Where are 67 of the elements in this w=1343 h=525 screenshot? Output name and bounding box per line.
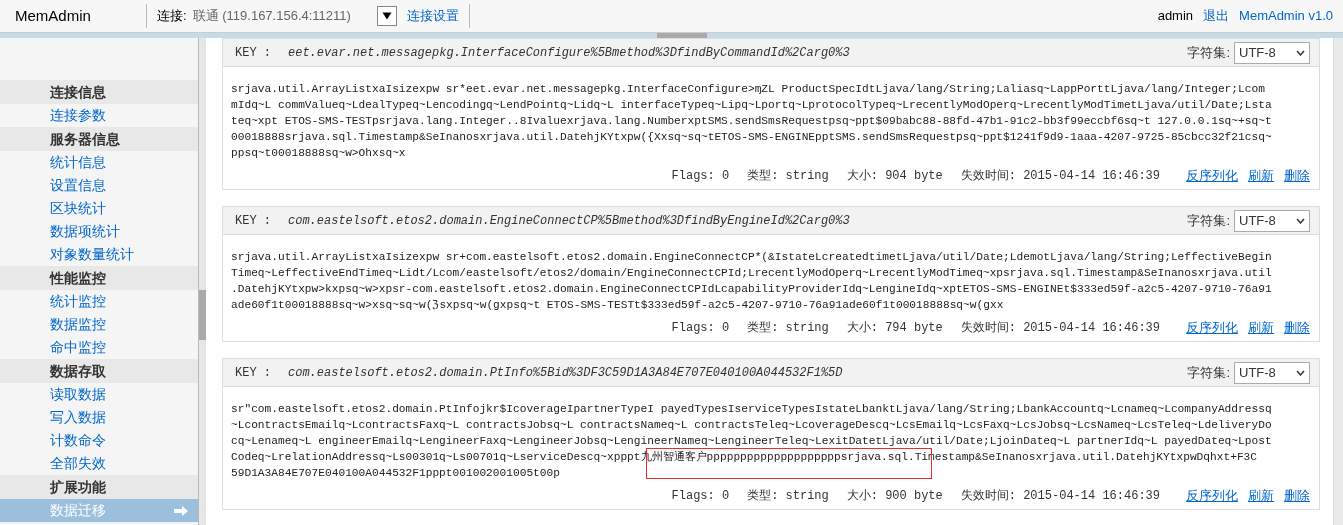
chevron-down-icon: [1296, 217, 1305, 224]
sidebar-item[interactable]: 读取数据: [0, 383, 198, 406]
sidebar-item[interactable]: 设置信息: [0, 174, 198, 197]
sidebar-section-title: 扩展功能: [0, 475, 198, 499]
expiry-text: 失效时间: 2015-04-14 16:46:39: [960, 488, 1160, 505]
charset-select[interactable]: UTF-8: [1234, 41, 1310, 64]
vertical-scrollbar[interactable]: [1333, 38, 1343, 525]
charset-label: 字符集:: [1187, 43, 1230, 62]
type-text: 类型: string: [747, 488, 829, 505]
chevron-down-icon: [1296, 49, 1305, 56]
sidebar-section-title: 连接信息: [0, 80, 198, 104]
connection-select[interactable]: 联通 (119.167.156.4:11211): [192, 5, 397, 27]
expiry-text: 失效时间: 2015-04-14 16:46:39: [960, 168, 1160, 185]
charset-select[interactable]: UTF-8: [1234, 209, 1310, 232]
sidebar-item[interactable]: 统计信息: [0, 151, 198, 174]
value-text: srjava.util.ArrayListxaIsizexpw sr+com.eastelsoft.etos2.domain.EngineConnectCP*(&IstateLcreatedtimetLjava/util/Date;LdemotLjava/lang/String;LeffectiveBegin Timeq~LeffectiveEndTimeq~Lidt/Lcom/eastelsoft/etos2/domain/EngineConnectCPId;LrecentlyModOperq~LrecentlyModTimeq~xpsrjava.sql.Timestamp&SeInanosxrjava.util .DatehjKYtxpw>kxpsq~w>xpsr-com.eastelsoft.etos2.domain.EngineConnectCPIdLcapabilityProviderIdq~LengineIdq~xptETOS-SMS-ENGINEt$333ed59f-a2c5-4207-9710-76a91 ade60f1t00018888sq~w>xsq~sq~w(ℨsxpsq~w(gxpsq~t ETOS-SMS-TESTt$333ed59f-a2c5-4207-9710-76a91ade60f1t00018888sq~w(gxx: [231, 250, 1272, 313]
type-text: 类型: string: [747, 168, 829, 185]
value-text: srjava.util.ArrayListxaIsizexpw sr*eet.evar.net.messagepkg.InterfaceConfigure>ɱZL ProductSpecIdtLjava/lang/String;Laliasq~LappPorttLjava/lang/Integer;Lcom mIdq~L commValueq~LdealTypeq~Lencodingq~LendPointq~Lidq~L interfaceTypeq~Lipq~Lportq~LprotocolTypeq~LrecentlyModOperq~LrecentlyModTimetLjava/util/Date;Lsta teq~xpt ETOS-SMS-TESTpsrjava.lang.Integer..8Ivaluexrjava.lang.NumberxptSMS.sendSmsRequestpsq~ppt$09babc88-88fd-47b1-91c2-bb3f99eccbf6sq~t 127.0.0.1sq~+sq~t 00018888srjava.sql.Timestamp&SeInanosxrjava.util.DatehjKYtxpw({Xxsq~sq~tETOS-SMS-ENGINEpptSMS.sendSmsRequestpsq~ppt$1241f9d9-1aaa-4207-9725-85cbcc32f21csq~ ppsq~t00018888sq~w>Ohxsq~x: [231, 82, 1272, 161]
sidebar-item[interactable]: 写入数据: [0, 406, 198, 429]
sidebar-section-title: 服务器信息: [0, 127, 198, 151]
sidebar-scrollbar[interactable]: [198, 38, 206, 525]
logout-link[interactable]: 退出: [1203, 6, 1230, 26]
horizontal-scrollbar[interactable]: [0, 33, 1343, 38]
size-text: 大小: 904 byte: [846, 168, 943, 185]
charset-label: 字符集:: [1187, 211, 1230, 230]
action-link[interactable]: 反序列化: [1186, 486, 1238, 506]
sidebar-section-title: 性能监控: [0, 266, 198, 290]
key-label: KEY :: [235, 364, 272, 382]
sidebar-item[interactable]: 全部失效: [0, 452, 198, 475]
action-link[interactable]: 刷新: [1248, 318, 1274, 338]
sidebar-item[interactable]: 区块统计: [0, 197, 198, 220]
flags-text: Flags: 0: [671, 320, 730, 337]
sidebar-section-title: 数据存取: [0, 359, 198, 383]
key-text: com.eastelsoft.etos2.domain.EngineConnectCP%5Bmethod%3DfindByEngineId%2Carg0%3: [288, 212, 850, 230]
type-text: 类型: string: [747, 320, 829, 337]
connection-label: 连接:: [157, 7, 187, 26]
key-text: com.eastelsoft.etos2.domain.PtInfo%5Bid%3DF3C59D1A3A84E707E040100A044532F1%5D: [288, 364, 843, 382]
chevron-down-icon: [1296, 369, 1305, 376]
sidebar-item[interactable]: 数据监控: [0, 313, 198, 336]
action-link[interactable]: 刷新: [1248, 486, 1274, 506]
charset-select[interactable]: UTF-8: [1234, 361, 1310, 384]
app-title: MemAdmin: [14, 5, 92, 26]
version-link[interactable]: MemAdmin v1.0: [1239, 6, 1333, 26]
sidebar-item[interactable]: 数据项统计: [0, 220, 198, 243]
arrow-right-icon: [174, 505, 188, 516]
key-label: KEY :: [235, 44, 272, 62]
sidebar-item[interactable]: 连接参数: [0, 104, 198, 127]
sidebar-item[interactable]: 统计监控: [0, 290, 198, 313]
key-text: eet.evar.net.messagepkg.InterfaceConfigure%5Bmethod%3DfindByCommandId%2Carg0%3: [288, 44, 850, 62]
flags-text: Flags: 0: [671, 168, 730, 185]
sidebar-item[interactable]: 计数命令: [0, 429, 198, 452]
size-text: 大小: 794 byte: [846, 320, 943, 337]
key-label: KEY :: [235, 212, 272, 230]
action-link[interactable]: 刷新: [1248, 166, 1274, 186]
connection-settings-link[interactable]: 连接设置: [406, 6, 459, 26]
username-label: admin: [1157, 7, 1194, 26]
action-link[interactable]: 删除: [1284, 486, 1310, 506]
sidebar-item[interactable]: 命中监控: [0, 336, 198, 359]
action-link[interactable]: 删除: [1284, 318, 1310, 338]
action-link[interactable]: 反序列化: [1186, 318, 1238, 338]
charset-label: 字符集:: [1187, 363, 1230, 382]
action-link[interactable]: 删除: [1284, 166, 1310, 186]
action-link[interactable]: 反序列化: [1186, 166, 1238, 186]
size-text: 大小: 900 byte: [846, 488, 943, 505]
expiry-text: 失效时间: 2015-04-14 16:46:39: [960, 320, 1160, 337]
sidebar-item[interactable]: 对象数量统计: [0, 243, 198, 266]
flags-text: Flags: 0: [671, 488, 730, 505]
